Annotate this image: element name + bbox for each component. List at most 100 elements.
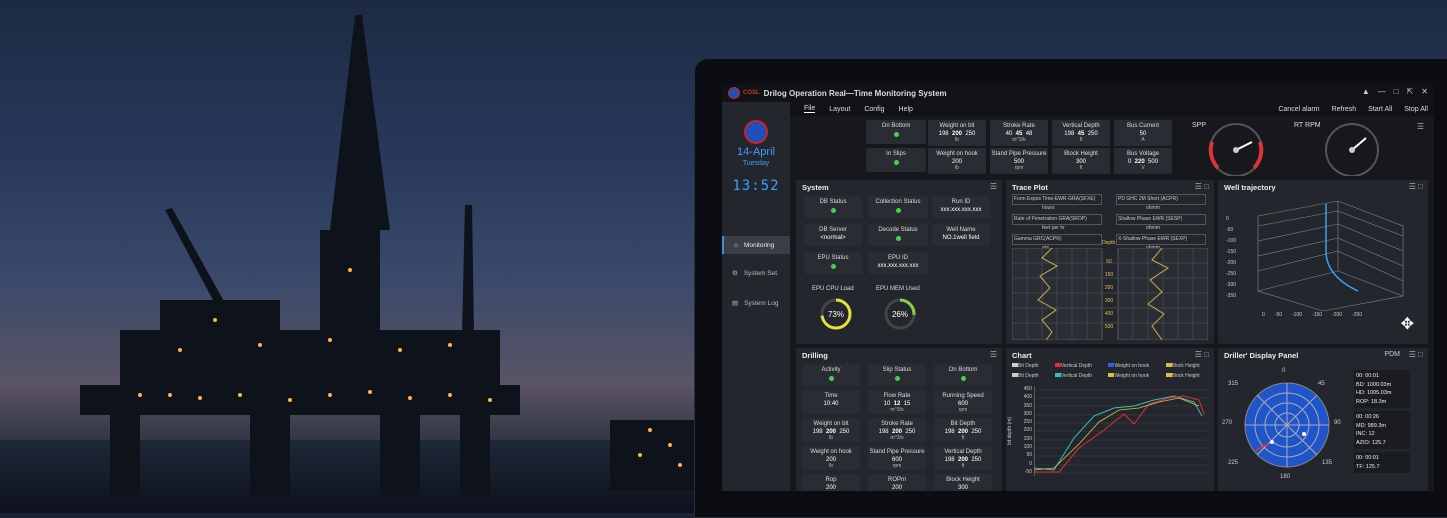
legend-item: Vertical Depth [1054, 363, 1105, 369]
menu-help[interactable]: Help [899, 106, 913, 113]
refresh-button[interactable]: Refresh [1332, 106, 1357, 113]
woh-tile: Weight on hook 200 lb [802, 446, 860, 470]
depth-tick: 300 [1104, 298, 1114, 304]
spp-tile: Stand Pipe Pressure 500 rpm [990, 148, 1048, 174]
start-all-button[interactable]: Start All [1368, 106, 1392, 113]
unit: rpm [1014, 165, 1024, 171]
unit: rpm [892, 463, 902, 469]
vertical-depth-tile: Vertical Depth 198 200 250 ft [934, 446, 992, 470]
sidebar-item-system-log[interactable]: ▤ System Log [722, 294, 790, 312]
tile-label: In Slips [886, 151, 906, 157]
fullscreen-icon[interactable]: ⇱ [1407, 87, 1414, 96]
close-icon[interactable]: ✕ [1421, 87, 1428, 96]
panel-controls[interactable]: ☰ □ [1409, 182, 1423, 191]
panel-controls[interactable]: ☰ □ [1195, 182, 1209, 191]
tile-value: 200 [891, 485, 902, 491]
depth-tick: 50 [1106, 259, 1112, 265]
tile-value: xxx.xxx.xxx.xxx [877, 263, 919, 269]
y-axis-label: bit depth (m) [1007, 416, 1014, 446]
status-dot [830, 264, 836, 269]
tile-label: Bus Current [1126, 123, 1159, 129]
panel-controls[interactable]: ☰ □ [1195, 350, 1209, 359]
angle-label: 45 [1318, 381, 1325, 387]
app-window: COSL Drilog Operation Real—Time Monitori… [722, 84, 1434, 491]
cancel-alarm-button[interactable]: Cancel alarm [1278, 106, 1319, 113]
well-name-tile: Well Name NO.1well field [932, 224, 990, 246]
axis-tick: 0 [1029, 460, 1032, 467]
curve-unit: ohmm [1146, 225, 1160, 231]
oil-rig-illustration [80, 15, 695, 495]
unit: ft [1079, 137, 1083, 143]
axis-tick: 150 [1023, 435, 1032, 442]
tile-label: On Bottom [948, 367, 978, 373]
unit: m^3/s [890, 407, 904, 413]
maximize-icon[interactable]: □ [1394, 87, 1399, 96]
time-tile: Time 10:40 [802, 390, 860, 414]
legend-item: Weight on hook [1108, 363, 1161, 369]
tile-label: Weight on bit [939, 123, 975, 129]
minimize-icon[interactable]: — [1378, 87, 1386, 96]
max-value: 250 [971, 429, 982, 435]
depth-label: Depth [1102, 240, 1116, 246]
legend-label: Block Height [1171, 373, 1200, 379]
menu-icon[interactable]: ☰ [990, 182, 997, 191]
legend-item: Block Height [1165, 363, 1212, 369]
unit: ft [961, 463, 965, 469]
panel-title: System [802, 183, 829, 192]
woh-tile: Weight on hook 200 lb [928, 148, 986, 174]
unit: ft [1079, 165, 1083, 171]
menu-layout[interactable]: Layout [829, 106, 850, 113]
drilling-panel: Drilling ☰ Activity Slip Status On Botto… [796, 348, 1002, 491]
document-icon: ▤ [732, 300, 739, 307]
max-value: 500 [1148, 159, 1159, 165]
bit-depth-tile: Bit Depth 198 200 250 ft [934, 418, 992, 442]
driller-info-panel: 00: 00:01 BD: 1000.03m HD: 1005.03m ROP:… [1354, 370, 1410, 473]
axis-tick: -350 [1226, 293, 1237, 299]
min-value: 10 [883, 401, 891, 407]
stop-all-button[interactable]: Stop All [1404, 106, 1428, 113]
wob-tile: Weight on bit 198 200 250 lb [802, 418, 860, 442]
info-line: HD: 1005.03m [1356, 390, 1392, 396]
axis-tick: -250 [1352, 312, 1363, 318]
menu-file[interactable]: File [804, 105, 816, 113]
menu-icon[interactable]: ☰ [990, 350, 997, 359]
axis-tick: -150 [1312, 312, 1323, 318]
tile-label: Activity [821, 367, 841, 373]
shirt-icon[interactable]: ▲ [1362, 87, 1370, 96]
unit: ft [961, 435, 965, 441]
curve-header: X-Shallow Phase EWR (SEXP) [1116, 234, 1206, 245]
z-axis-ticks: 0 -50 -100 -150 -200 -250 -300 -350 [1226, 214, 1236, 302]
on-bottom-tile: On Bottom [934, 364, 992, 386]
axis-tick: -150 [1226, 249, 1237, 255]
ropm-tile: ROPm 200 [868, 474, 926, 491]
menu-config[interactable]: Config [864, 106, 884, 113]
info-line: BD: 1000.03m [1356, 381, 1392, 388]
axis-tick: -300 [1226, 282, 1237, 288]
tile-label: ROPm [888, 477, 906, 483]
tile-label: Decode Status [878, 227, 918, 233]
chart-panel: Chart ☰ □ Bit Depth Vertical Depth Weigh… [1006, 348, 1214, 491]
panel-title: Drilling [802, 351, 828, 360]
angle-label: 90 [1334, 420, 1341, 426]
move-arrows-icon[interactable]: ✥ [1401, 314, 1414, 334]
legend-item: Vertical Depth [1054, 373, 1105, 379]
info-line: 00: 00:01 [1356, 373, 1379, 379]
curve-unit: hours [1042, 205, 1055, 211]
logo-text: COSL [743, 90, 760, 96]
sidebar-day: Tuesday [742, 160, 770, 167]
menu-icon[interactable]: ☰ [1417, 122, 1424, 131]
status-dot [830, 208, 836, 213]
status-dot [893, 132, 899, 137]
mem-used-ring: 26% [884, 298, 916, 330]
axis-tick: 100 [1023, 444, 1032, 451]
trace-plot-panel: Trace Plot ☰ □ Form Expos Time-EWR·GRA(S… [1006, 180, 1214, 344]
panel-controls[interactable]: ☰ □ [1409, 350, 1423, 359]
info-block: 00: 00:01 TF: 125.7 [1354, 452, 1410, 473]
mode-label: PDM [1384, 351, 1400, 358]
axis-tick: -100 [1292, 312, 1303, 318]
sidebar-item-monitoring[interactable]: ⌂ Monitoring [722, 236, 790, 254]
sidebar-item-system-set[interactable]: ⚙ System Set [722, 264, 790, 282]
tile-label: DB Server [819, 227, 847, 233]
axis-tick: -200 [1332, 312, 1343, 318]
legend-label: Weight on hook [1114, 363, 1150, 369]
